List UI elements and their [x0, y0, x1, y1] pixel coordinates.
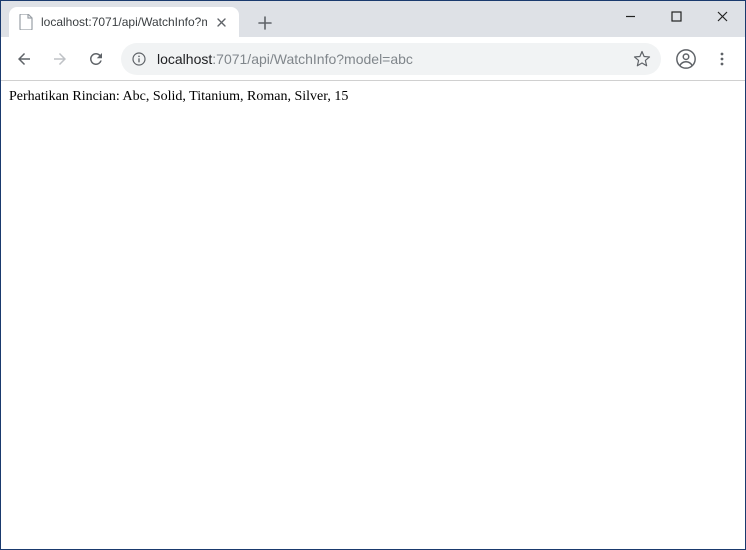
url-path: :7071/api/WatchInfo?model=abc: [212, 51, 413, 67]
back-button[interactable]: [7, 42, 41, 76]
maximize-button[interactable]: [653, 1, 699, 31]
window-controls: [607, 1, 745, 31]
response-text: Perhatikan Rincian: Abc, Solid, Titanium…: [9, 89, 348, 104]
url-text: localhost:7071/api/WatchInfo?model=abc: [157, 51, 625, 67]
reload-button[interactable]: [79, 42, 113, 76]
tab-strip: localhost:7071/api/WatchInfo?m: [1, 1, 279, 37]
kebab-menu-button[interactable]: [705, 42, 739, 76]
close-window-button[interactable]: [699, 1, 745, 31]
forward-button[interactable]: [43, 42, 77, 76]
minimize-button[interactable]: [607, 1, 653, 31]
page-content: Perhatikan Rincian: Abc, Solid, Titanium…: [1, 81, 745, 113]
tab-close-button[interactable]: [213, 14, 229, 30]
url-host: localhost: [157, 51, 212, 67]
document-icon: [19, 14, 33, 30]
profile-button[interactable]: [669, 42, 703, 76]
titlebar: localhost:7071/api/WatchInfo?m: [1, 1, 745, 37]
new-tab-button[interactable]: [251, 9, 279, 37]
address-bar[interactable]: localhost:7071/api/WatchInfo?model=abc: [121, 43, 661, 75]
tab-title: localhost:7071/api/WatchInfo?m: [41, 15, 207, 29]
site-info-icon[interactable]: [131, 51, 147, 67]
toolbar: localhost:7071/api/WatchInfo?model=abc: [1, 37, 745, 81]
bookmark-star-icon[interactable]: [633, 50, 651, 68]
browser-tab[interactable]: localhost:7071/api/WatchInfo?m: [9, 7, 239, 37]
